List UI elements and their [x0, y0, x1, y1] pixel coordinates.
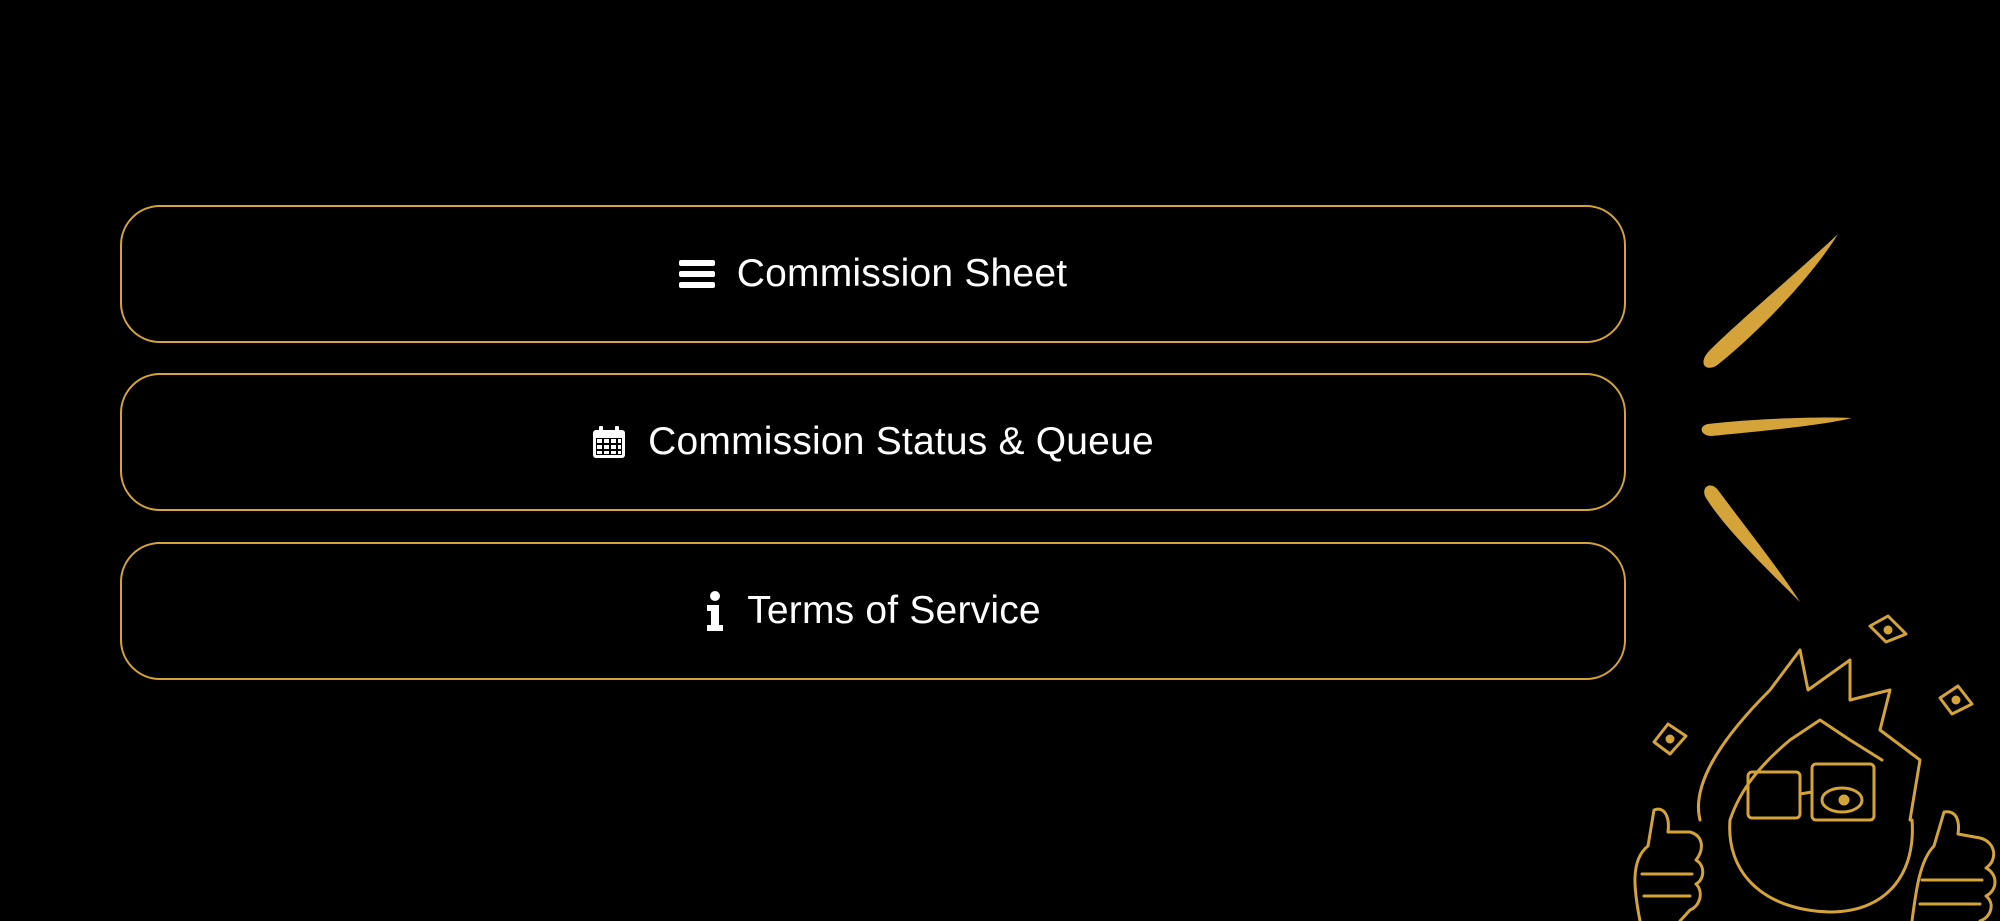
burst-stroke-top	[1703, 234, 1838, 368]
calendar-icon	[592, 425, 626, 459]
thumbs-up-left	[1633, 807, 1705, 921]
burst-stroke-middle	[1701, 417, 1852, 436]
burst-stroke-bottom	[1704, 485, 1800, 602]
terms-of-service-label: Terms of Service	[747, 589, 1041, 632]
commission-status-queue-label: Commission Status & Queue	[648, 420, 1154, 463]
list-icon	[678, 258, 715, 290]
info-icon	[705, 591, 725, 631]
mascot-face	[1728, 818, 1914, 914]
page: Commission Sheet Commission Status & Que…	[0, 0, 2000, 921]
commission-status-queue-button[interactable]: Commission Status & Queue	[120, 373, 1626, 511]
commission-sheet-label: Commission Sheet	[736, 252, 1068, 295]
mascot-illustration	[1633, 234, 1997, 921]
commission-sheet-button[interactable]: Commission Sheet	[120, 205, 1626, 343]
mascot-glasses-left	[1746, 770, 1802, 820]
terms-of-service-button[interactable]: Terms of Service	[120, 542, 1626, 680]
mascot-hair	[1697, 648, 1922, 822]
